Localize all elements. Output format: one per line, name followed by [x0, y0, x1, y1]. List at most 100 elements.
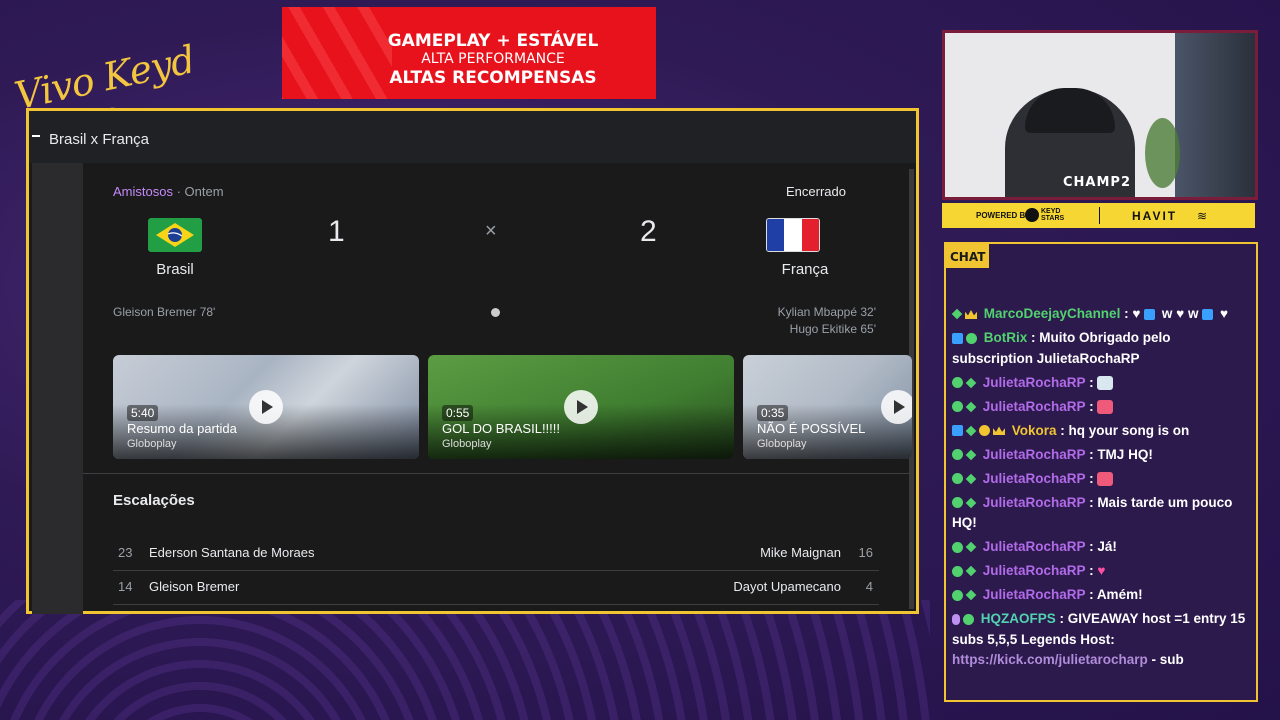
bot-badge-icon — [952, 332, 963, 344]
banner-line-1: GAMEPLAY + ESTÁVEL — [387, 31, 599, 51]
chat-username[interactable]: JulietaRochaRP — [983, 471, 1086, 486]
play-icon[interactable] — [249, 390, 283, 424]
video-card[interactable]: 0:55 GOL DO BRASIL!!!!! Globoplay — [428, 355, 734, 459]
match-date: Ontem — [184, 184, 224, 199]
webcam-frame: CHAMP2 — [942, 30, 1258, 200]
badge-icon — [965, 425, 977, 437]
crown-icon — [965, 309, 977, 319]
home-player-name: Ederson Santana de Moraes — [149, 545, 315, 560]
video-title: GOL DO BRASIL!!!!! — [442, 421, 560, 436]
section-divider — [83, 473, 913, 474]
badge-icon — [965, 473, 977, 485]
away-player-name: Dayot Upamecano — [733, 579, 841, 594]
banner-line-2: ALTA PERFORMANCE — [421, 51, 565, 67]
competition-link[interactable]: Amistosos — [113, 184, 173, 199]
chat-username[interactable]: MarcoDeejayChannel — [984, 306, 1121, 321]
emote-icon — [1202, 308, 1214, 320]
brazil-flag-diamond — [156, 223, 194, 247]
france-flag-icon[interactable] — [766, 218, 820, 252]
score-separator: × — [485, 220, 497, 242]
video-source: Globoplay — [757, 438, 807, 450]
video-source: Globoplay — [127, 438, 177, 450]
promo-banner: GAMEPLAY + ESTÁVEL ALTA PERFORMANCE ALTA… — [282, 7, 656, 99]
match-header: Brasil x França — [29, 111, 916, 163]
lineup-row[interactable]: 23 Ederson Santana de Moraes Mike Maigna… — [113, 539, 879, 569]
row-divider — [113, 570, 879, 571]
background-pattern — [0, 600, 930, 720]
verified-icon — [952, 377, 963, 389]
home-team-name[interactable]: Brasil — [125, 261, 225, 278]
home-scorer: Gleison Bremer 78' — [113, 305, 216, 319]
chat-username[interactable]: BotRix — [984, 330, 1028, 345]
away-player-number: 16 — [858, 545, 873, 560]
chat-username[interactable]: JulietaRochaRP — [983, 447, 1086, 462]
chat-username[interactable]: JulietaRochaRP — [983, 495, 1086, 510]
emote-icon — [1097, 375, 1114, 390]
banner-line-3: ALTAS RECOMPENSAS — [389, 68, 597, 88]
chat-message: JulietaRochaRP : — [952, 397, 1250, 418]
heart-emote-icon: ♥ — [1097, 563, 1106, 578]
away-player-number: 4 — [865, 579, 873, 594]
havit-wing-icon: ≋ — [1197, 209, 1208, 223]
sponsor-bar: POWERED BY KEYD STARS HAVIT ≋ — [942, 203, 1255, 228]
badge-icon — [951, 309, 963, 320]
lineup-row[interactable]: 14 Gleison Bremer Dayot Upamecano 4 — [113, 573, 879, 603]
home-player-number: 14 — [118, 579, 133, 594]
video-card[interactable]: 5:40 Resumo da partida Globoplay — [113, 355, 419, 459]
badge-icon — [965, 590, 977, 601]
away-score: 2 — [640, 215, 657, 248]
away-scorer: Hugo Ekitike 65' — [789, 322, 876, 336]
chat-message: JulietaRochaRP : — [952, 469, 1250, 490]
video-source: Globoplay — [442, 438, 492, 450]
webcam-plant — [1145, 118, 1180, 188]
chat-username[interactable]: JulietaRochaRP — [983, 375, 1086, 390]
video-title: NÃO É POSSÍVEL — [757, 421, 866, 436]
video-duration: 0:35 — [757, 405, 789, 421]
chat-message: JulietaRochaRP : Amém! — [952, 585, 1250, 606]
badge-icon — [965, 377, 977, 389]
match-meta: Amistosos · Ontem — [113, 184, 224, 199]
heart-emote-icon: ♥ — [1219, 306, 1228, 321]
match-panel: Brasil x França Amistosos · Ontem Encerr… — [26, 108, 919, 614]
chair-logo: CHAMP2 — [1063, 175, 1131, 190]
away-team-name[interactable]: França — [755, 261, 855, 278]
verified-icon — [966, 332, 977, 344]
verified-icon — [952, 497, 963, 509]
away-scorer: Kylian Mbappé 32' — [777, 305, 876, 319]
badge-icon — [965, 401, 977, 413]
mic-badge-icon — [952, 613, 960, 625]
chat-message: Vokora : hq your song is on — [952, 421, 1250, 442]
chat-username[interactable]: Vokora — [1012, 423, 1057, 438]
play-icon[interactable] — [564, 390, 598, 424]
chat-username[interactable]: JulietaRochaRP — [983, 563, 1086, 578]
badge-icon — [965, 566, 977, 577]
chat-text: w — [1161, 306, 1173, 321]
chat-username[interactable]: JulietaRochaRP — [983, 539, 1086, 554]
chat-username[interactable]: JulietaRochaRP — [983, 587, 1086, 602]
webcam-curtain — [1175, 33, 1255, 197]
chat-text: Já! — [1097, 539, 1117, 554]
chat-link[interactable]: https://kick.com/julietarocharp — [952, 652, 1148, 667]
keyd-stars-label: KEYD STARS — [1041, 208, 1065, 222]
video-card[interactable]: 0:35 NÃO É POSSÍVEL Globoplay — [743, 355, 912, 459]
chat-text: TMJ HQ! — [1097, 446, 1153, 462]
heart-emote-icon — [1097, 471, 1114, 486]
brazil-flag-icon[interactable] — [148, 218, 202, 252]
verified-icon — [963, 613, 974, 625]
home-score: 1 — [328, 215, 345, 248]
gift-badge-icon — [979, 425, 990, 437]
sub-badge-icon — [952, 425, 963, 437]
play-icon[interactable] — [881, 390, 912, 424]
chat-username[interactable]: JulietaRochaRP — [983, 399, 1086, 414]
chat-message: JulietaRochaRP : Mais tarde um pouco HQ! — [952, 494, 1233, 530]
chat-text: hq your song is on — [1068, 422, 1190, 438]
heart-emote-icon — [1097, 399, 1114, 414]
chat-username[interactable]: HQZAOFPS — [981, 611, 1056, 626]
chat-message: JulietaRochaRP : — [952, 373, 1250, 394]
chat-panel: CHAT MarcoDeejayChannel : ♥ w ♥ w ♥ BotR… — [944, 242, 1258, 702]
match-title: Brasil x França — [49, 131, 150, 148]
home-player-name: Gleison Bremer — [149, 579, 240, 594]
badge-icon — [965, 542, 977, 553]
chat-messages: MarcoDeejayChannel : ♥ w ♥ w ♥ BotRix : … — [951, 304, 1250, 674]
back-dash-icon[interactable] — [32, 135, 40, 137]
